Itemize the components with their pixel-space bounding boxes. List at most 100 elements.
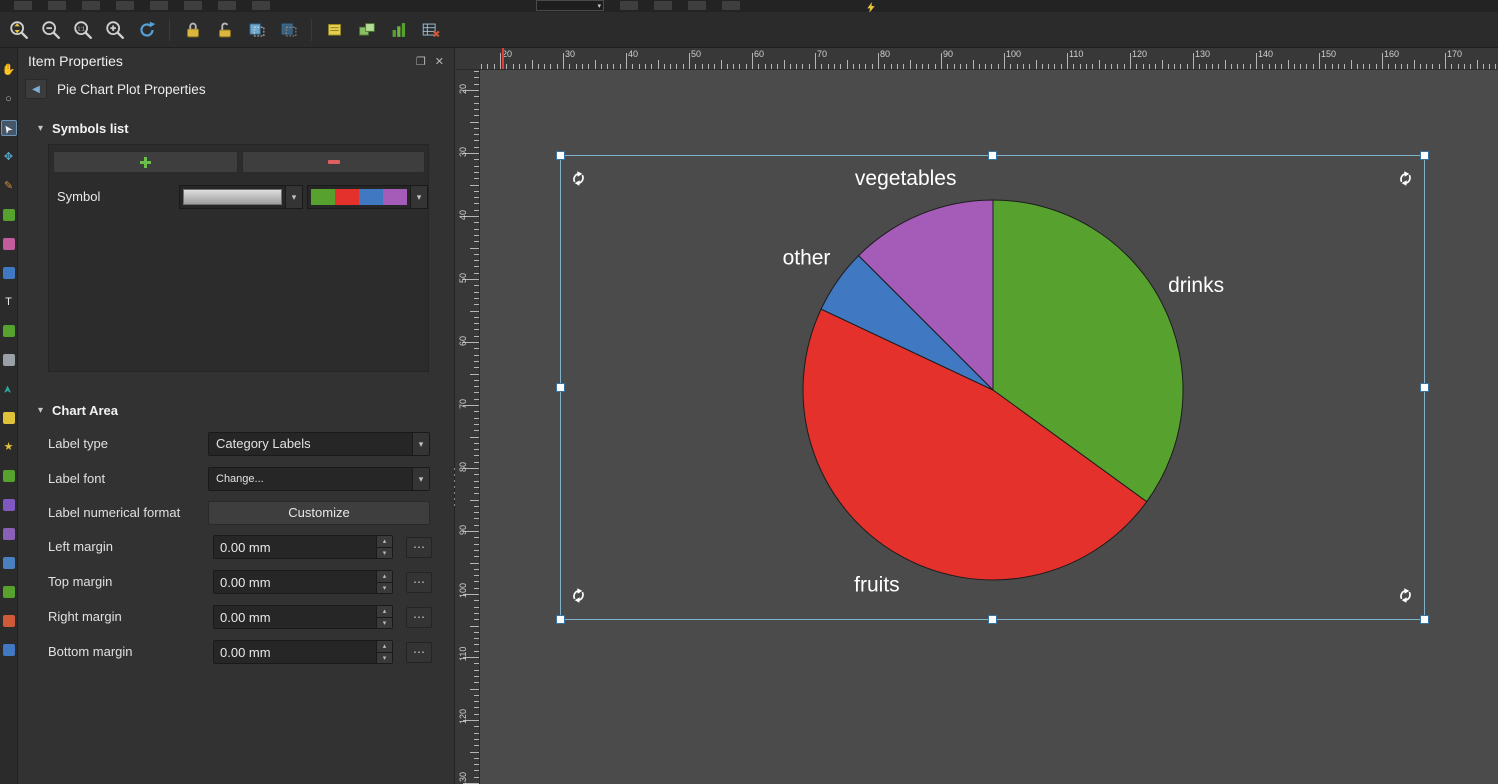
add-marker-tool[interactable]: ★ — [1, 439, 17, 455]
pan-tool[interactable]: ✋ — [1, 62, 17, 78]
spin-down-icon[interactable]: ▾ — [377, 618, 392, 629]
undo-icon[interactable] — [184, 1, 202, 10]
run-action-icon[interactable] — [866, 1, 884, 10]
zoom-out-button[interactable] — [37, 16, 64, 43]
copy-icon[interactable] — [252, 1, 270, 10]
add-map-tool[interactable] — [1, 207, 17, 223]
rotate-handle-icon[interactable] — [1397, 587, 1415, 605]
bottom-margin-override-button[interactable]: ⋯ — [406, 642, 432, 663]
add-chart-tool[interactable] — [1, 642, 17, 658]
add-html-tool[interactable] — [1, 526, 17, 542]
left-margin-input[interactable] — [214, 536, 376, 558]
label-font-combo[interactable]: Change... ▾ — [208, 467, 430, 491]
resize-handle-bottom-middle[interactable] — [988, 615, 997, 624]
ruler-tick — [595, 60, 596, 69]
customize-button[interactable]: Customize — [208, 501, 430, 525]
resize-handle-top-middle[interactable] — [988, 151, 997, 160]
charts-button[interactable] — [385, 16, 412, 43]
zoom-actual-button[interactable]: 1:1 — [69, 16, 96, 43]
zoom-tool[interactable]: ○ — [1, 91, 17, 107]
label-type-combo[interactable]: Category Labels ▾ — [208, 432, 430, 456]
top-margin-override-button[interactable]: ⋯ — [406, 572, 432, 593]
bottom-margin-spinbox[interactable]: ▴ ▾ — [213, 640, 393, 664]
spin-down-icon[interactable]: ▾ — [377, 653, 392, 664]
resize-handle-top-right[interactable] — [1420, 151, 1429, 160]
right-margin-spinbox[interactable]: ▴ ▾ — [213, 605, 393, 629]
spin-up-icon[interactable]: ▴ — [377, 606, 392, 618]
print-icon[interactable] — [150, 1, 168, 10]
attribute-table-button[interactable] — [417, 16, 444, 43]
refresh-view-button[interactable] — [133, 16, 160, 43]
raise-items-button[interactable] — [321, 16, 348, 43]
remove-symbol-button[interactable] — [242, 151, 425, 173]
spin-down-icon[interactable]: ▾ — [377, 548, 392, 559]
add-map-tool-glyph — [3, 209, 15, 221]
add-shape-tool[interactable] — [1, 410, 17, 426]
back-button[interactable]: ◀ — [25, 79, 47, 99]
spin-down-icon[interactable]: ▾ — [377, 583, 392, 594]
add-north-arrow-tool[interactable]: ➤ — [1, 381, 17, 397]
spin-up-icon[interactable]: ▴ — [377, 641, 392, 653]
zoom-level-combo[interactable]: ▾ — [536, 0, 604, 11]
top-margin-input[interactable] — [214, 571, 376, 593]
add-label-tool[interactable]: T — [1, 294, 17, 310]
symbol-colors-combo[interactable]: ▾ — [307, 185, 428, 209]
resize-handle-bottom-left[interactable] — [556, 615, 565, 624]
spin-up-icon[interactable]: ▴ — [377, 536, 392, 548]
zoom-in-button[interactable] — [101, 16, 128, 43]
rotate-handle-icon[interactable] — [570, 587, 588, 605]
add-arrow-tool[interactable] — [1, 468, 17, 484]
unlock-items-button[interactable] — [211, 16, 238, 43]
add-symbol-button[interactable] — [53, 151, 238, 173]
vertical-ruler[interactable]: 2030405060708090100110120130 — [455, 70, 480, 784]
move-item-content-tool[interactable]: ✥ — [1, 149, 17, 165]
export-image-icon[interactable] — [82, 1, 100, 10]
resize-handle-middle-right[interactable] — [1420, 383, 1429, 392]
resize-handle-middle-left[interactable] — [556, 383, 565, 392]
left-margin-override-button[interactable]: ⋯ — [406, 537, 432, 558]
symbol-line-combo[interactable]: ▾ — [179, 185, 303, 209]
chart-area-section-header[interactable]: ▾ Chart Area — [18, 400, 454, 420]
selected-item-frame[interactable] — [560, 155, 1425, 620]
select-move-item-tool[interactable]: ➤ — [1, 120, 17, 136]
export-pdf-icon[interactable] — [116, 1, 134, 10]
resize-handle-bottom-right[interactable] — [1420, 615, 1429, 624]
add-fixed-table-tool[interactable] — [1, 584, 17, 600]
add-picture-tool[interactable] — [1, 265, 17, 281]
add-scalebar-tool[interactable] — [1, 352, 17, 368]
deselect-all-button[interactable] — [275, 16, 302, 43]
add-attribute-table-tool[interactable] — [1, 555, 17, 571]
snap-grid-icon[interactable] — [722, 1, 740, 10]
select-all-button[interactable] — [243, 16, 270, 43]
zoom-view-icon[interactable] — [654, 1, 672, 10]
float-panel-icon[interactable]: ❐ — [416, 55, 426, 68]
bottom-margin-input[interactable] — [214, 641, 376, 663]
rotate-handle-icon[interactable] — [570, 170, 588, 188]
right-margin-input[interactable] — [214, 606, 376, 628]
close-panel-icon[interactable]: ✕ — [435, 55, 444, 68]
redo-icon[interactable] — [218, 1, 236, 10]
resize-handle-top-left[interactable] — [556, 151, 565, 160]
add-elevation-profile-tool[interactable] — [1, 613, 17, 629]
select-icon[interactable] — [688, 1, 706, 10]
right-margin-override-button[interactable]: ⋯ — [406, 607, 432, 628]
ruler-number: 80 — [880, 49, 890, 59]
symbols-list-section-header[interactable]: ▾ Symbols list — [18, 118, 454, 138]
rotate-handle-icon[interactable] — [1397, 170, 1415, 188]
add-legend-tool[interactable] — [1, 323, 17, 339]
new-layout-icon[interactable] — [14, 1, 32, 10]
lower-items-button[interactable] — [353, 16, 380, 43]
edit-nodes-item-tool[interactable]: ✎ — [1, 178, 17, 194]
add-3d-map-tool[interactable] — [1, 236, 17, 252]
left-margin-spinbox[interactable]: ▴ ▾ — [213, 535, 393, 559]
horizontal-ruler[interactable]: 2030405060708090100110120130140150160170 — [480, 48, 1498, 70]
symbol-label: Symbol — [57, 185, 100, 209]
top-margin-spinbox[interactable]: ▴ ▾ — [213, 570, 393, 594]
spin-up-icon[interactable]: ▴ — [377, 571, 392, 583]
pan-view-icon[interactable] — [620, 1, 638, 10]
zoom-full-button[interactable] — [5, 16, 32, 43]
lock-items-button[interactable] — [179, 16, 206, 43]
layout-canvas[interactable]: drinksfruitsothervegetables — [480, 70, 1498, 784]
add-node-item-tool[interactable] — [1, 497, 17, 513]
save-icon[interactable] — [48, 1, 66, 10]
